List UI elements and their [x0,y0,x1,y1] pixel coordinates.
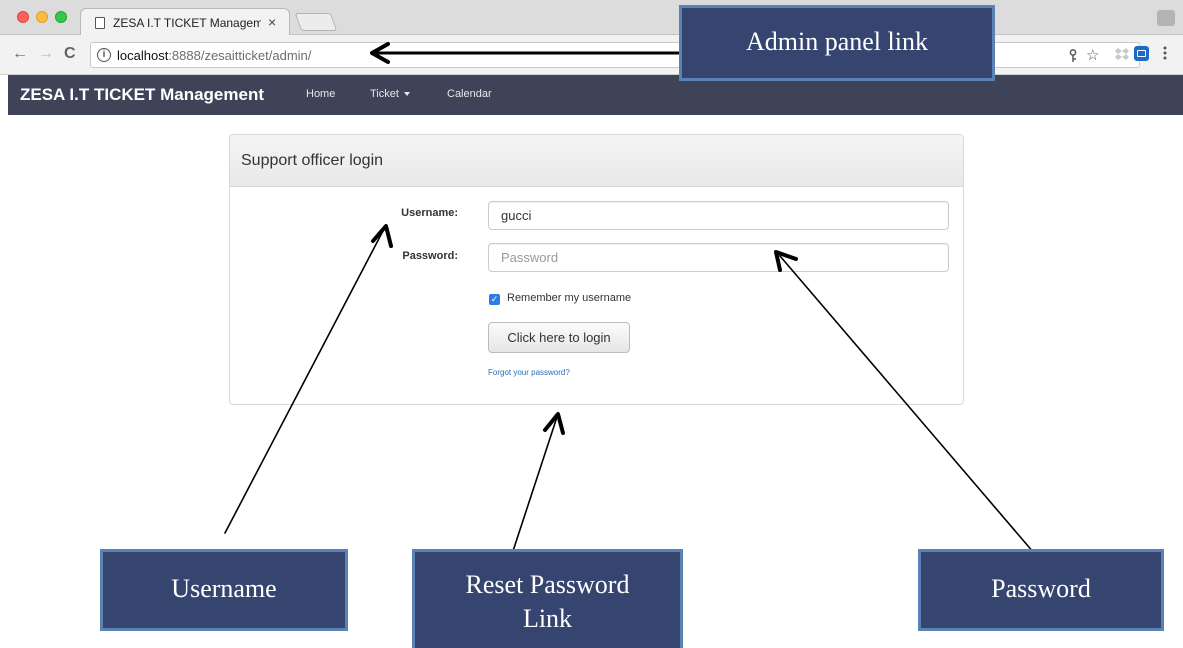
panel-header: Support officer login [230,135,963,187]
password-label: Password: [402,250,458,262]
remember-label[interactable]: Remember my username [507,292,631,304]
url-host: localhost [117,48,169,63]
more-menu-icon[interactable] [1163,45,1167,63]
bookmark-star-icon[interactable]: ☆ [1086,46,1099,64]
app-brand[interactable]: ZESA I.T TICKET Management [20,85,264,105]
nav-item-ticket[interactable]: Ticket [370,88,410,100]
remember-checkbox[interactable]: ✓ [489,294,500,305]
panel-title: Support officer login [241,152,384,169]
screenshot-stage: ZESA I.T TICKET Management × ← → C i loc… [0,0,1183,648]
callout-reset-password-line2: Link [522,604,573,633]
login-button[interactable]: Click here to login [488,322,630,353]
new-tab-button[interactable] [294,13,338,31]
back-arrow-icon[interactable]: ← [12,46,28,62]
nav-item-ticket-label: Ticket [370,88,399,100]
reset-arrowhead [543,412,565,435]
username-field[interactable] [488,201,949,230]
info-icon[interactable]: i [97,48,111,62]
browser-tab-bar: ZESA I.T TICKET Management × [0,0,1183,36]
url-text: localhost:8888/zesaitticket/admin/ [117,48,311,63]
password-field[interactable] [488,243,949,272]
callout-admin-panel-link-text: Admin panel link [746,27,928,56]
callout-reset-password: Reset Password Link [412,549,683,648]
dropbox-icon[interactable] [1115,47,1129,66]
chevron-down-icon [403,92,410,97]
minimize-window-button[interactable] [36,11,48,23]
url-path: :8888/zesaitticket/admin/ [168,48,312,63]
forgot-password-link[interactable]: Forgot your password? [488,368,570,377]
page-icon [95,17,105,29]
browser-tab[interactable]: ZESA I.T TICKET Management × [80,8,290,36]
callout-password: Password [918,549,1164,631]
login-panel: Support officer login Username: Password… [229,134,964,405]
key-icon[interactable] [1068,49,1078,66]
tab-title: ZESA I.T TICKET Management [113,16,261,30]
callout-username: Username [100,549,348,631]
nav-item-calendar[interactable]: Calendar [447,88,492,100]
callout-username-text: Username [171,574,277,603]
callout-admin-panel-link: Admin panel link [679,5,995,81]
app-navbar: ZESA I.T TICKET Management Home Ticket C… [8,75,1183,115]
nav-item-home[interactable]: Home [306,88,335,100]
close-window-button[interactable] [17,11,29,23]
forward-arrow-icon[interactable]: → [38,46,54,62]
browser-address-bar: ← → C i localhost:8888/zesaitticket/admi… [0,35,1183,75]
maximize-window-button[interactable] [55,11,67,23]
tab-close-icon[interactable]: × [268,14,276,30]
username-label: Username: [401,207,458,219]
profile-icon[interactable] [1157,10,1175,26]
extension-icon[interactable] [1134,46,1149,61]
callout-password-text: Password [991,574,1091,603]
reload-icon[interactable]: C [64,46,76,62]
callout-reset-password-line1: Reset Password [465,570,630,599]
reset-arrow-line [512,416,558,552]
